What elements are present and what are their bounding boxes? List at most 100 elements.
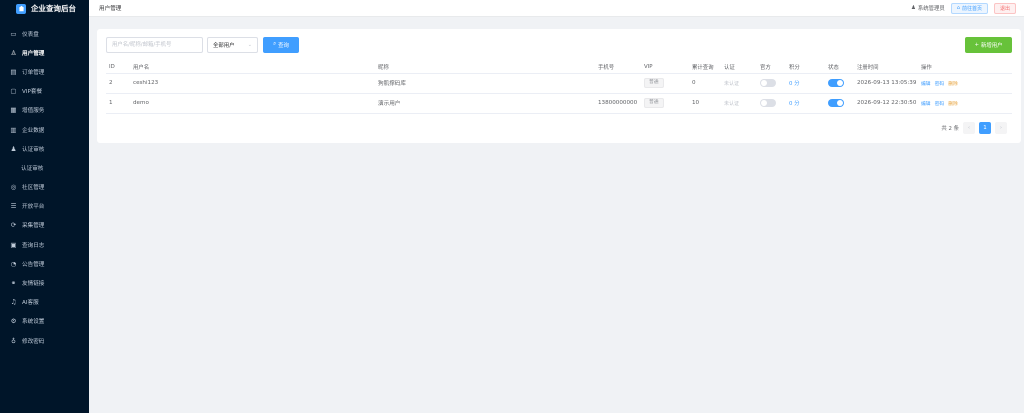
password-link[interactable]: 密码 [935,82,945,87]
user-filter-value: 全部用户 [213,42,235,49]
cell-id: 1 [106,93,130,114]
sidebar-item-label: 认证审核 [21,165,44,172]
vip-tag: 普通 [644,98,664,108]
sidebar-item[interactable]: ▥ 企业数据 [0,120,89,139]
sidebar-item-label: 社区管理 [22,185,45,192]
status-toggle[interactable] [828,99,844,107]
cell-username: ceshi123 [130,73,375,94]
edit-link[interactable]: 编辑 [921,82,931,87]
user-filter-select[interactable]: 全部用户 ⌄ [207,36,258,53]
verify-icon: ♟ [10,144,17,153]
page-1-button[interactable]: 1 [979,122,991,134]
top-header: 用户管理 ♟ 系统管理员 ⌂ 前往首页 退出 [89,0,1024,17]
table-row: 1 demo 演示用户 13800000000 普通 10 未认证 0 分 2026-09-12… [106,93,1012,114]
next-page-button[interactable]: › [995,122,1007,134]
sidebar-item[interactable]: ▭ 仪表盘 [0,24,89,43]
sidebar-item-label: 订单管理 [22,69,45,76]
service-icon: ▦ [10,106,17,115]
header-actions: ♟ 系统管理员 ⌂ 前往首页 退出 [911,2,1016,14]
home-button[interactable]: ⌂ 前往首页 [950,2,988,14]
column-header: 昵称 [375,62,595,74]
sidebar-item[interactable]: ▣ 查询日志 [0,235,89,254]
sidebar-item-label: 增值服务 [22,108,45,115]
home-logo-icon [16,3,26,14]
admin-label: 系统管理员 [917,6,945,12]
home-icon: ⌂ [956,5,960,11]
notice-icon: ◔ [10,259,17,268]
query-button[interactable]: ⌕ 查询 [263,36,299,53]
table-row: 2 ceshi123 狗肌撑码库 普通 0 未认证 0 分 2026-09-13 13:05:… [106,73,1012,94]
edit-link[interactable]: 编辑 [921,102,931,107]
cell-vip: 普通 [641,73,689,94]
table-header-row: ID 用户名 昵称 手机号 VIP 累计查询 认证 官方 积分 状态 注册时间 操作 [106,62,1012,74]
cell-verify: 未认证 [721,73,757,94]
headset-icon: ♫ [10,298,17,307]
cell-verify: 未认证 [721,93,757,114]
column-header: 状态 [825,62,854,74]
breadcrumb: 用户管理 [99,6,122,12]
sidebar-item[interactable]: ▢ VIP套餐 [0,82,89,101]
admin-user[interactable]: ♟ 系统管理员 [911,4,945,12]
cell-phone: 13800000000 [595,93,641,114]
user-list-card: 全部用户 ⌄ ⌕ 查询 + 新增用户 ID用户名昵称手机号VIP累计查询认证官方… [97,29,1021,143]
platform-icon: ☰ [10,202,17,211]
sidebar-item[interactable]: ♙ 用户管理 [0,43,89,62]
cell-registered: 2026-09-12 22:30:50 [854,93,918,114]
home-button-label: 前往首页 [961,5,982,12]
sidebar-item[interactable]: ⚭ 友情链接 [0,273,89,292]
cell-status [825,73,854,94]
sidebar-item-label: AI客服 [22,300,39,307]
community-icon: ◎ [10,183,17,192]
cell-nickname: 演示用户 [375,93,595,114]
data-icon: ▥ [10,125,17,134]
official-toggle[interactable] [760,99,776,107]
sidebar-menu: ▭ 仪表盘 ♙ 用户管理 ▤ 订单管理 ▢ VIP套餐 ▦ 增值服务 ▥ 企业数据 ♟ 认证审核 认证审核 ◎… [0,24,89,350]
cell-official [757,73,786,94]
cell-phone [595,73,641,94]
sidebar-item-label: 友情链接 [22,281,45,288]
sidebar-item[interactable]: ♁ 修改密码 [0,331,89,350]
prev-page-button[interactable]: ‹ [963,122,975,134]
cell-points: 0 分 [786,73,825,94]
search-input[interactable] [106,36,203,53]
points-link[interactable]: 0 分 [789,81,800,87]
gear-icon: ⚙ [10,317,17,326]
column-header: 操作 [918,62,1012,74]
sidebar-item[interactable]: 认证审核 [0,158,89,177]
sidebar-item-label: VIP套餐 [22,89,43,96]
sidebar-item[interactable]: ▤ 订单管理 [0,62,89,81]
logout-button[interactable]: 退出 [993,2,1016,14]
official-toggle[interactable] [760,79,776,87]
cell-actions: 编辑 密码 删除 [918,93,1012,114]
brand: 企业查询后台 [0,0,89,17]
sidebar-item-label: 修改密码 [22,338,45,345]
pagination-total: 共 2 条 [941,126,959,132]
column-header: 认证 [721,62,757,74]
delete-link[interactable]: 删除 [948,102,958,107]
points-link[interactable]: 0 分 [789,101,800,107]
search-icon: ⌕ [273,41,277,47]
sidebar-item-label: 仪表盘 [22,31,39,38]
collect-icon: ⟳ [10,221,17,230]
query-button-label: 查询 [278,42,289,49]
delete-link[interactable]: 删除 [948,82,958,87]
sidebar-item[interactable]: ⚙ 系统设置 [0,312,89,331]
column-header: VIP [641,62,689,74]
sidebar-item-label: 采集管理 [22,223,45,230]
sidebar-item-label: 用户管理 [22,50,45,57]
sidebar-item[interactable]: ⟳ 采集管理 [0,216,89,235]
sidebar-item[interactable]: ♟ 认证审核 [0,139,89,158]
add-user-button[interactable]: + 新增用户 [965,36,1012,53]
sidebar-item-label: 认证审核 [22,146,45,153]
verify-status: 未认证 [724,80,740,87]
sidebar-item[interactable]: ◔ 公告管理 [0,254,89,273]
sidebar-item[interactable]: ♫ AI客服 [0,293,89,312]
sidebar-item[interactable]: ☰ 开放平台 [0,197,89,216]
sidebar: 企业查询后台 ▭ 仪表盘 ♙ 用户管理 ▤ 订单管理 ▢ VIP套餐 ▦ 增值服务 ▥ 企业数据 ♟ 认证… [0,0,89,413]
sidebar-item[interactable]: ▦ 增值服务 [0,101,89,120]
sidebar-item[interactable]: ◎ 社区管理 [0,178,89,197]
plus-icon: + [974,41,979,48]
password-link[interactable]: 密码 [935,102,945,107]
cell-registered: 2026-09-13 13:05:39 [854,73,918,94]
status-toggle[interactable] [828,79,844,87]
